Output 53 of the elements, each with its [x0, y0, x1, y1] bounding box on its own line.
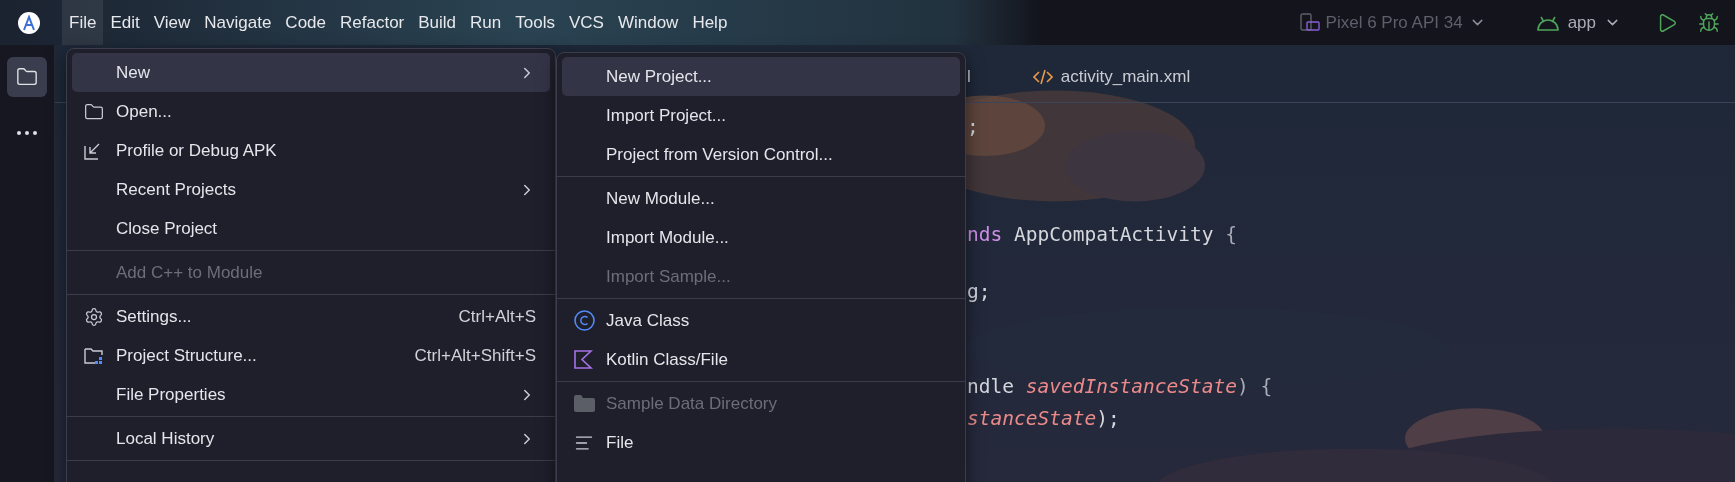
- menu-item[interactable]: Project from Version Control...: [562, 135, 960, 174]
- editor-tab[interactable]: l: [967, 66, 983, 89]
- logo-icon: [21, 14, 37, 31]
- code-line: ;: [967, 114, 979, 140]
- menu-bar-item[interactable]: Code: [278, 0, 333, 45]
- editor-tab[interactable]: activity_main.xml: [1020, 66, 1203, 89]
- class-c-icon: [574, 310, 595, 331]
- menu-item[interactable]: Kotlin Class/File: [562, 340, 960, 379]
- menu-item[interactable]: New: [72, 53, 550, 92]
- menu-bar-item[interactable]: Build: [411, 0, 464, 45]
- menu-item[interactable]: Java Class: [562, 301, 960, 340]
- more-icon: [17, 131, 37, 135]
- code-line: ndle savedInstanceState) {: [967, 374, 1273, 400]
- device-icon: [1299, 12, 1320, 33]
- code-line: stanceState);: [967, 406, 1120, 432]
- run-config-selector[interactable]: app: [1535, 12, 1621, 33]
- menu-item[interactable]: Recent Projects: [72, 170, 550, 209]
- menu-item[interactable]: Project Structure... Ctrl+Alt+Shift+S: [72, 336, 550, 375]
- project-tool-button[interactable]: [7, 57, 47, 97]
- menu-item[interactable]: File: [562, 423, 960, 462]
- kotlin-icon: [574, 350, 593, 369]
- menu-item[interactable]: Profile or Debug APK: [72, 131, 550, 170]
- settings-icon: [84, 306, 104, 327]
- code-line: nds AppCompatActivity {: [967, 222, 1238, 248]
- menu-item[interactable]: Settings... Ctrl+Alt+S: [72, 297, 550, 336]
- menu-bar-item[interactable]: Navigate: [197, 0, 279, 45]
- menu-item[interactable]: Open...: [72, 92, 550, 131]
- menu-bar-item[interactable]: Window: [610, 0, 686, 45]
- app-logo[interactable]: [18, 11, 40, 34]
- menu-item[interactable]: New Module...: [562, 179, 960, 218]
- menu-item[interactable]: Import Project...: [562, 96, 960, 135]
- menu-bar-item[interactable]: VCS: [561, 0, 611, 45]
- code-line: g;: [967, 279, 991, 305]
- xml-file-icon: [1032, 68, 1053, 85]
- menu-bar-item[interactable]: Refactor: [333, 0, 412, 45]
- menu-item[interactable]: Import Module...: [562, 218, 960, 257]
- menu-bar-item[interactable]: File: [62, 0, 104, 45]
- folder-grid-icon: [84, 346, 106, 365]
- android-icon: [1535, 14, 1560, 31]
- import-arrow-icon: [84, 141, 102, 160]
- menu-bar-item[interactable]: Run: [463, 0, 509, 45]
- folder-icon: [84, 101, 104, 122]
- folder-icon: [574, 395, 595, 412]
- menu-item[interactable]: Local History: [72, 419, 550, 458]
- folder-icon: [16, 66, 38, 88]
- menu-bar-item[interactable]: Edit: [103, 0, 147, 45]
- menu-bar-item[interactable]: Tools: [508, 0, 562, 45]
- bug-icon: [1698, 11, 1720, 34]
- menu-item[interactable]: File Properties: [72, 375, 550, 414]
- menu-bar-item[interactable]: View: [146, 0, 198, 45]
- menu-bar-item[interactable]: Help: [685, 0, 735, 45]
- menu-item[interactable]: New Project...: [562, 57, 960, 96]
- menu-item[interactable]: Close Project: [72, 209, 550, 248]
